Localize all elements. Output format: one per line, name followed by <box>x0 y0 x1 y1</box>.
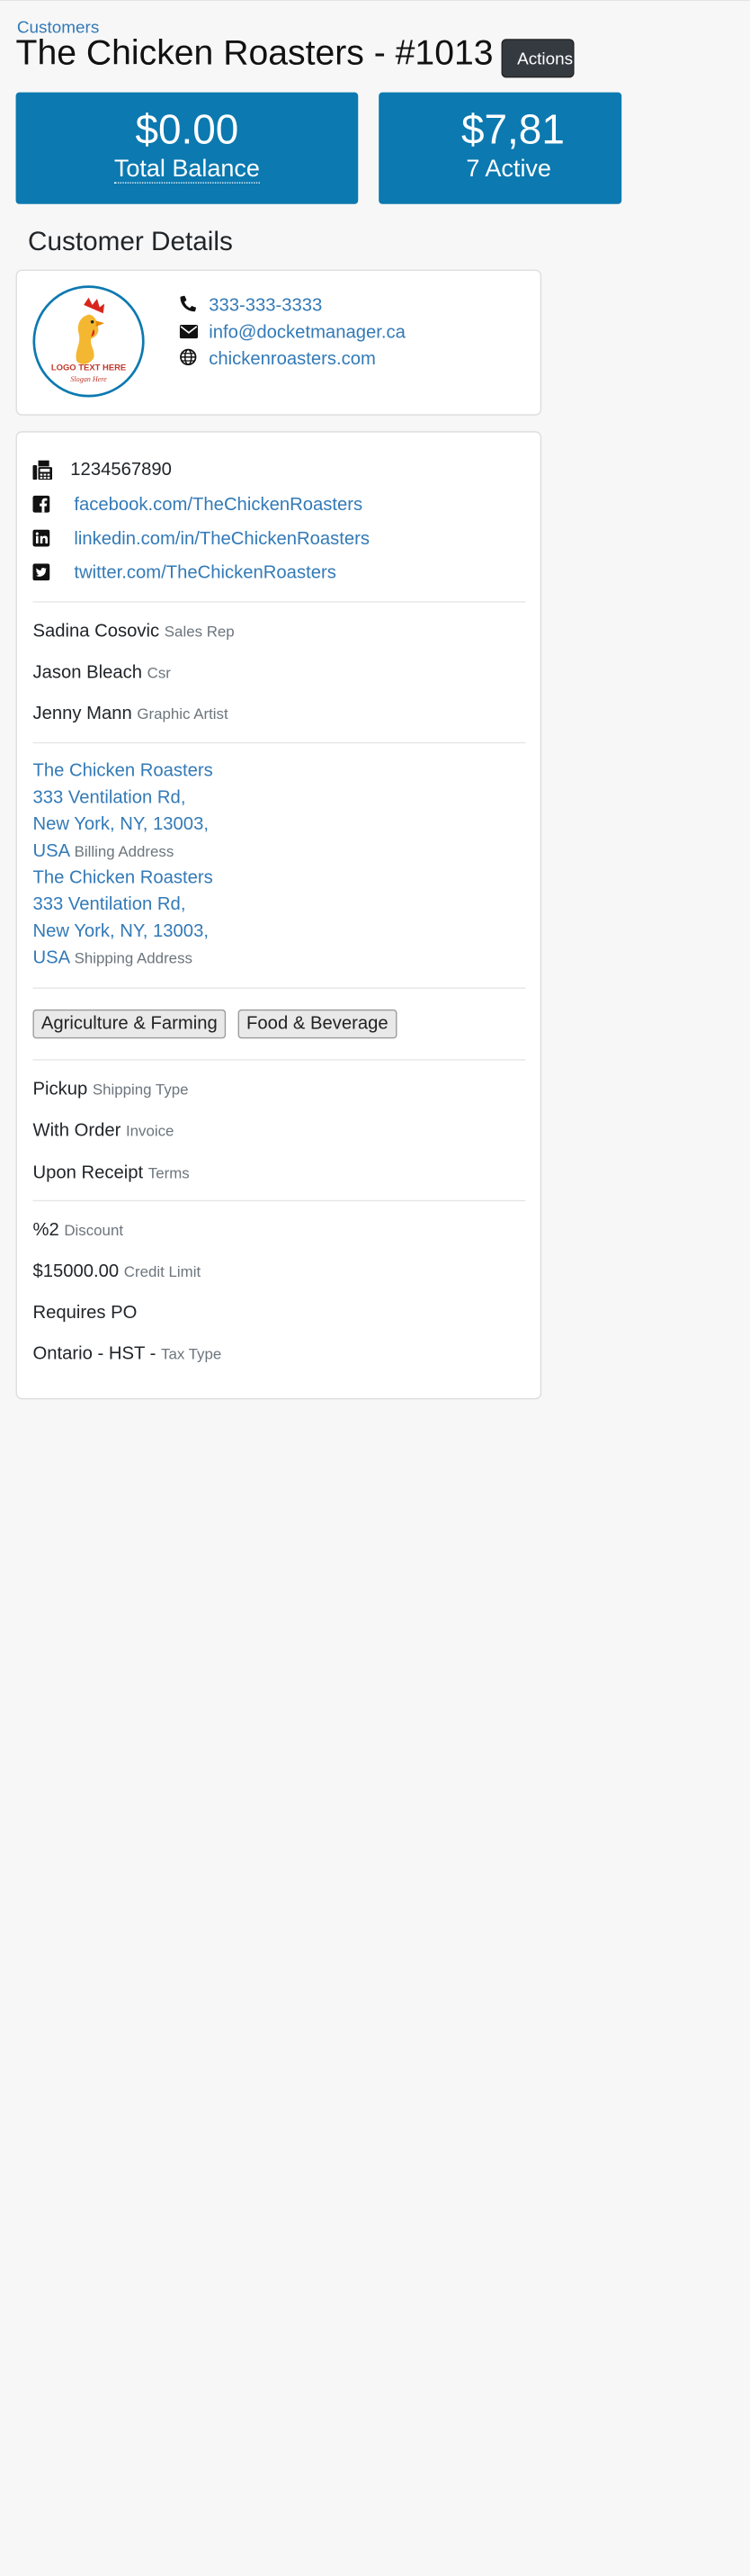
staff-graphic-artist: Jenny Mann Graphic Artist <box>32 704 228 724</box>
facebook-icon <box>32 495 50 517</box>
divider <box>32 987 526 989</box>
active-orders-amount: $7,81 <box>461 106 565 154</box>
staff-sales-rep: Sadina Cosovic Sales Rep <box>32 621 234 642</box>
divider <box>32 1199 526 1202</box>
globe-icon <box>180 348 201 370</box>
staff-csr: Jason Bleach Csr <box>32 662 170 683</box>
staff-role: Graphic Artist <box>137 705 228 723</box>
contact-card: LOGO TEXT HERE Slogan Here 333-333-3333 … <box>15 269 542 416</box>
section-title: Customer Details <box>28 226 233 256</box>
twitter-icon <box>32 563 50 585</box>
page: Customers The Chicken Roasters - #1013 A… <box>0 0 750 2576</box>
total-balance-amount: $0.00 <box>135 106 239 154</box>
logo-main-text: LOGO TEXT HERE <box>51 364 126 373</box>
tag-food-beverage[interactable]: Food & Beverage <box>237 1009 397 1039</box>
phone-link[interactable]: 333-333-3333 <box>209 295 322 316</box>
email-link[interactable]: info@docketmanager.ca <box>209 322 406 343</box>
credit-limit: $15000.00 Credit Limit <box>32 1261 201 1282</box>
linkedin-icon <box>32 529 50 552</box>
staff-role: Csr <box>147 664 171 682</box>
invoice-setting: With Order Invoice <box>32 1119 174 1141</box>
shipping-type: Pickup Shipping Type <box>32 1078 189 1100</box>
total-balance-label: Total Balance <box>113 155 260 184</box>
divider <box>32 601 526 603</box>
shipping-address[interactable]: The Chicken Roasters 333 Ventilation Rd,… <box>32 865 212 972</box>
address-type: Billing Address <box>74 842 174 860</box>
divider <box>32 1059 526 1061</box>
tag-agriculture[interactable]: Agriculture & Farming <box>32 1009 227 1039</box>
tax-type: Ontario - HST - Tax Type <box>32 1343 222 1365</box>
phone-icon <box>180 295 201 317</box>
envelope-icon <box>179 322 201 343</box>
address-type: Shipping Address <box>74 949 192 967</box>
industry-tags: Agriculture & Farming Food & Beverage <box>32 1009 525 1041</box>
staff-name: Jenny Mann <box>32 703 132 724</box>
linkedin-link[interactable]: linkedin.com/in/TheChickenRoasters <box>74 528 370 549</box>
divider <box>32 741 526 744</box>
active-orders-card[interactable]: $7,81 7 Active <box>379 92 622 204</box>
logo-slogan: Slogan Here <box>70 375 107 383</box>
requires-po: Requires PO <box>32 1302 138 1324</box>
billing-address[interactable]: The Chicken Roasters 333 Ventilation Rd,… <box>32 758 212 865</box>
staff-role: Sales Rep <box>164 623 235 641</box>
total-balance-card[interactable]: $0.00 Total Balance <box>15 92 359 204</box>
customer-logo: LOGO TEXT HERE Slogan Here <box>32 285 145 398</box>
contact-email[interactable]: info@docketmanager.ca <box>179 322 406 344</box>
discount: %2 Discount <box>32 1219 124 1241</box>
page-title: The Chicken Roasters - #1013 <box>15 33 494 73</box>
fax-icon <box>32 460 53 485</box>
contact-phone[interactable]: 333-333-3333 <box>180 295 322 317</box>
payment-terms: Upon Receipt Terms <box>32 1162 190 1183</box>
contact-website[interactable]: chickenroasters.com <box>180 348 376 370</box>
twitter-link[interactable]: twitter.com/TheChickenRoasters <box>74 562 335 583</box>
fax-number: 1234567890 <box>70 459 172 480</box>
staff-name: Sadina Cosovic <box>32 620 160 642</box>
details-card: 1234567890 facebook.com/TheChickenRoaste… <box>15 431 542 1400</box>
actions-button[interactable]: Actions <box>501 39 575 78</box>
facebook-link[interactable]: facebook.com/TheChickenRoasters <box>74 494 362 515</box>
active-orders-label: 7 Active <box>466 155 551 183</box>
staff-name: Jason Bleach <box>32 661 143 683</box>
website-link[interactable]: chickenroasters.com <box>209 348 376 369</box>
